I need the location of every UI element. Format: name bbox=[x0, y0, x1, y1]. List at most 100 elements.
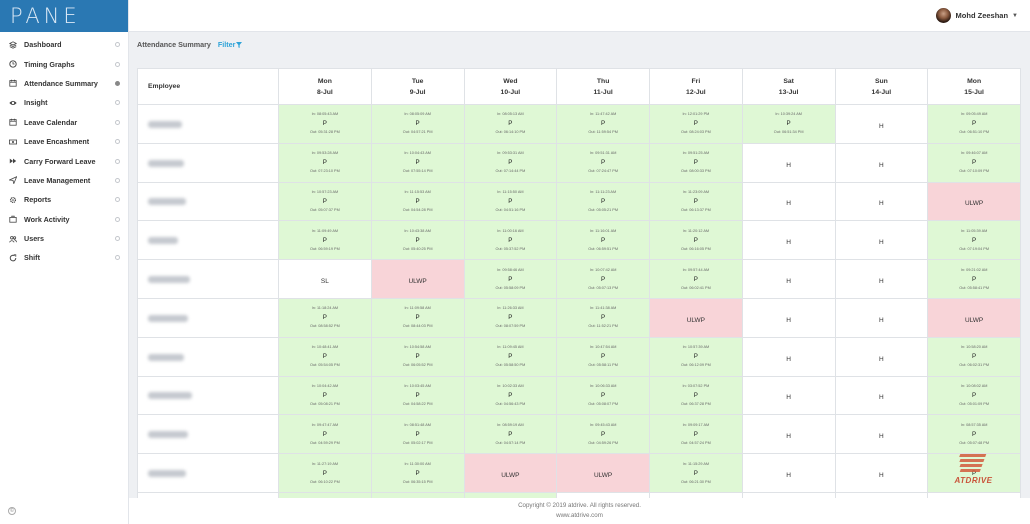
attendance-cell-holiday[interactable]: H bbox=[834, 336, 929, 377]
attendance-cell-holiday[interactable]: H bbox=[741, 220, 836, 261]
attendance-cell-holiday[interactable]: H bbox=[834, 142, 929, 183]
employee-name-cell[interactable] bbox=[137, 142, 279, 183]
attendance-cell-present[interactable]: In: 10:04:43 AM P Out: 07:55:14 PM bbox=[370, 142, 465, 183]
table-row[interactable]: In: 10:04:42 AM P Out: 05:08:21 PM In: 10:0… bbox=[137, 375, 1021, 416]
attendance-cell-present[interactable]: In: 11:11:23 AM P Out: 05:05:21 PM bbox=[556, 181, 650, 222]
table-row[interactable]: In: 10:48:41 AM P Out: 05:54:05 PM In: 10:5… bbox=[137, 336, 1021, 377]
employee-name-cell[interactable] bbox=[137, 453, 279, 493]
attendance-table-container[interactable]: Employee Mon 8-Jul Tue 9-Jul Wed 10-Jul Thu 11-… bbox=[137, 68, 1021, 498]
employee-name-cell[interactable] bbox=[137, 297, 279, 338]
sidebar-item-leave-management[interactable]: Leave Management bbox=[0, 171, 128, 190]
attendance-cell-present[interactable]: In: 11:18:24 AM P Out: 08:58:52 PM bbox=[278, 297, 372, 338]
attendance-cell-present[interactable]: In: 03:07:52 PM P Out: 06:37:28 PM bbox=[649, 375, 743, 416]
attendance-cell-holiday[interactable]: H bbox=[741, 142, 836, 183]
employee-name-cell[interactable] bbox=[137, 259, 279, 299]
attendance-cell-present[interactable]: In: 11:47:42 AM P Out: 11:59:54 PM bbox=[556, 104, 650, 144]
attendance-cell-holiday[interactable]: H bbox=[834, 104, 929, 144]
attendance-cell-present[interactable]: In: 11:16:01 AM P Out: 06:59:51 PM bbox=[556, 220, 650, 261]
attendance-cell-present[interactable]: In: 08:05:09 AM P Out: 04:57:21 PM bbox=[370, 104, 465, 144]
attendance-cell-present[interactable]: In: 10:08:02 AM P Out: 05:01:09 PM bbox=[927, 375, 1021, 416]
table-row[interactable]: In: 08:05:43 AM P Out: 05:31:28 PM In: 08:0… bbox=[137, 104, 1021, 144]
attendance-cell-ulwp[interactable]: ULWP bbox=[463, 453, 558, 493]
employee-column-header[interactable]: Employee bbox=[137, 68, 279, 105]
attendance-cell-ulwp[interactable]: ULWP bbox=[370, 259, 465, 299]
attendance-cell-present[interactable]: In: 11:09:45 AM P Out: 05:58:50 PM bbox=[463, 336, 558, 377]
attendance-cell-holiday[interactable]: H bbox=[834, 414, 929, 455]
attendance-cell-present[interactable]: In: 08:57:35 AM P Out: 05:07:48 PM bbox=[927, 414, 1021, 455]
sidebar-item-shift[interactable]: Shift bbox=[0, 248, 128, 267]
attendance-cell-present[interactable]: In: 11:00:16 AM P Out: 05:37:52 PM bbox=[463, 220, 558, 261]
date-column-header[interactable]: Wed 10-Jul bbox=[463, 68, 558, 105]
attendance-cell-present[interactable]: In: 11:27:19 AM P Out: 06:10:22 PM bbox=[278, 453, 372, 493]
attendance-cell-holiday[interactable]: H bbox=[834, 453, 929, 493]
attendance-cell-ulwp[interactable]: ULWP bbox=[927, 181, 1021, 222]
attendance-cell-present[interactable]: In: 09:46:07 AM P Out: 07:10:09 PM bbox=[927, 142, 1021, 183]
attendance-cell-present[interactable]: In: 10:43:38 AM P Out: 05:40:25 PM bbox=[370, 220, 465, 261]
attendance-cell-present[interactable]: In: 10:47:54 AM P Out: 05:58:11 PM bbox=[556, 336, 650, 377]
attendance-cell-present[interactable]: In: 09:53:31 AM P Out: 07:14:44 PM bbox=[463, 142, 558, 183]
attendance-cell-present[interactable]: In: 09:05:49 AM P Out: 06:51:10 PM bbox=[927, 104, 1021, 144]
sidebar-item-reports[interactable]: Reports bbox=[0, 190, 128, 209]
table-row[interactable]: In: 09:53:28 AM P Out: 07:23:10 PM In: 10:0… bbox=[137, 142, 1021, 183]
employee-name-cell[interactable] bbox=[137, 181, 279, 222]
date-column-header[interactable]: Sun 14-Jul bbox=[834, 68, 929, 105]
date-column-header[interactable]: Tue 9-Jul bbox=[370, 68, 465, 105]
attendance-cell-present[interactable]: In: 10:54:58 AM P Out: 06:05:52 PM bbox=[370, 336, 465, 377]
user-menu[interactable]: Mohd Zeeshan ▼ bbox=[935, 8, 1018, 23]
attendance-cell-present[interactable]: In: 09:47:47 AM P Out: 04:59:29 PM bbox=[278, 414, 372, 455]
table-row[interactable]: In: 10:57:23 AM P Out: 05:07:37 PM In: 11:1… bbox=[137, 181, 1021, 222]
sidebar-item-insight[interactable]: Insight bbox=[0, 93, 128, 112]
attendance-cell-present[interactable]: In: 11:20:12 AM P Out: 06:16:05 PM bbox=[649, 220, 743, 261]
attendance-cell-present[interactable]: In: 10:57:39 AM P Out: 06:12:09 PM bbox=[649, 336, 743, 377]
attendance-cell-holiday[interactable]: H bbox=[834, 259, 929, 299]
attendance-cell-present[interactable]: In: 11:05:39 AM P Out: 07:19:04 PM bbox=[927, 220, 1021, 261]
attendance-cell-ulwp[interactable]: ULWP bbox=[927, 297, 1021, 338]
table-row[interactable]: In: 11:27:19 AM P Out: 06:10:22 PM In: 11:3… bbox=[137, 453, 1021, 493]
attendance-cell-present[interactable]: In: 10:57:23 AM P Out: 05:07:37 PM bbox=[278, 181, 372, 222]
attendance-cell-present[interactable]: In: 09:45:43 AM P Out: 04:59:26 PM bbox=[556, 414, 650, 455]
attendance-cell-present[interactable]: In: 08:59:19 AM P Out: 04:57:14 PM bbox=[463, 414, 558, 455]
sidebar-item-attendance-summary[interactable]: Attendance Summary bbox=[0, 74, 128, 93]
attendance-cell-present[interactable]: In: 08:05:13 AM P Out: 06:14:10 PM bbox=[463, 104, 558, 144]
sidebar-item-work-activity[interactable]: Work Activity bbox=[0, 210, 128, 229]
employee-name-cell[interactable] bbox=[137, 220, 279, 261]
attendance-cell-holiday[interactable]: H bbox=[741, 259, 836, 299]
date-column-header[interactable]: Fri 12-Jul bbox=[649, 68, 743, 105]
sidebar-footer-icon[interactable]: © bbox=[8, 507, 16, 515]
filter-button[interactable]: Filter bbox=[218, 40, 243, 49]
attendance-cell-holiday[interactable]: H bbox=[834, 297, 929, 338]
attendance-cell-present[interactable]: In: 09:57:44 AM P Out: 06:02:41 PM bbox=[649, 259, 743, 299]
date-column-header[interactable]: Thu 11-Jul bbox=[556, 68, 650, 105]
attendance-cell-present[interactable]: In: 09:53:28 AM P Out: 07:23:10 PM bbox=[278, 142, 372, 183]
employee-name-cell[interactable] bbox=[137, 104, 279, 144]
attendance-cell-holiday[interactable]: H bbox=[834, 375, 929, 416]
attendance-cell-present[interactable]: In: 11:09:58 AM P Out: 08:44:03 PM bbox=[370, 297, 465, 338]
attendance-cell-present[interactable]: In: 10:07:42 AM P Out: 05:07:13 PM bbox=[556, 259, 650, 299]
attendance-cell-leave[interactable]: SL bbox=[278, 259, 372, 299]
attendance-cell-present[interactable]: In: 11:30:00 AM P Out: 06:35:15 PM bbox=[370, 453, 465, 493]
attendance-cell-present[interactable]: In: 09:51:31 AM P Out: 07:24:47 PM bbox=[556, 142, 650, 183]
attendance-cell-holiday[interactable]: H bbox=[834, 220, 929, 261]
attendance-cell-present[interactable]: In: 11:41:38 AM P Out: 11:52:21 PM bbox=[556, 297, 650, 338]
attendance-cell-present[interactable]: In: 09:58:46 AM P Out: 05:58:09 PM bbox=[463, 259, 558, 299]
sidebar-item-leave-calendar[interactable]: Leave Calendar bbox=[0, 113, 128, 132]
attendance-cell-present[interactable]: In: 10:02:33 AM P Out: 04:56:43 PM bbox=[463, 375, 558, 416]
attendance-cell-present[interactable]: In: 11:26:33 AM P Out: 08:07:59 PM bbox=[463, 297, 558, 338]
attendance-cell-present[interactable]: In: 10:06:33 AM P Out: 05:08:07 PM bbox=[556, 375, 650, 416]
logo[interactable]: PANE bbox=[0, 0, 128, 32]
employee-name-cell[interactable] bbox=[137, 336, 279, 377]
attendance-cell-holiday[interactable]: H bbox=[741, 375, 836, 416]
table-row[interactable]: In: 11:18:24 AM P Out: 08:58:52 PM In: 11:0… bbox=[137, 297, 1021, 338]
attendance-cell-holiday[interactable]: H bbox=[741, 414, 836, 455]
attendance-cell-present[interactable]: In: 08:51:48 AM P Out: 05:02:17 PM bbox=[370, 414, 465, 455]
attendance-cell-present[interactable]: In: 10:04:42 AM P Out: 05:08:21 PM bbox=[278, 375, 372, 416]
date-column-header[interactable]: Mon 8-Jul bbox=[278, 68, 372, 105]
employee-name-cell[interactable] bbox=[137, 375, 279, 416]
sidebar-item-timing-graphs[interactable]: Timing Graphs bbox=[0, 54, 128, 73]
attendance-cell-ulwp[interactable]: ULWP bbox=[649, 297, 743, 338]
sidebar-item-users[interactable]: Users bbox=[0, 229, 128, 248]
attendance-cell-present[interactable]: In: 10:58:20 AM P Out: 06:02:31 PM bbox=[927, 336, 1021, 377]
attendance-cell-present[interactable]: In: 11:15:29 AM P Out: 06:21:30 PM bbox=[649, 453, 743, 493]
attendance-cell-present[interactable]: In: 12:01:29 PM P Out: 08:24:03 PM bbox=[649, 104, 743, 144]
website-link[interactable]: www.atdrive.com bbox=[129, 511, 1030, 521]
